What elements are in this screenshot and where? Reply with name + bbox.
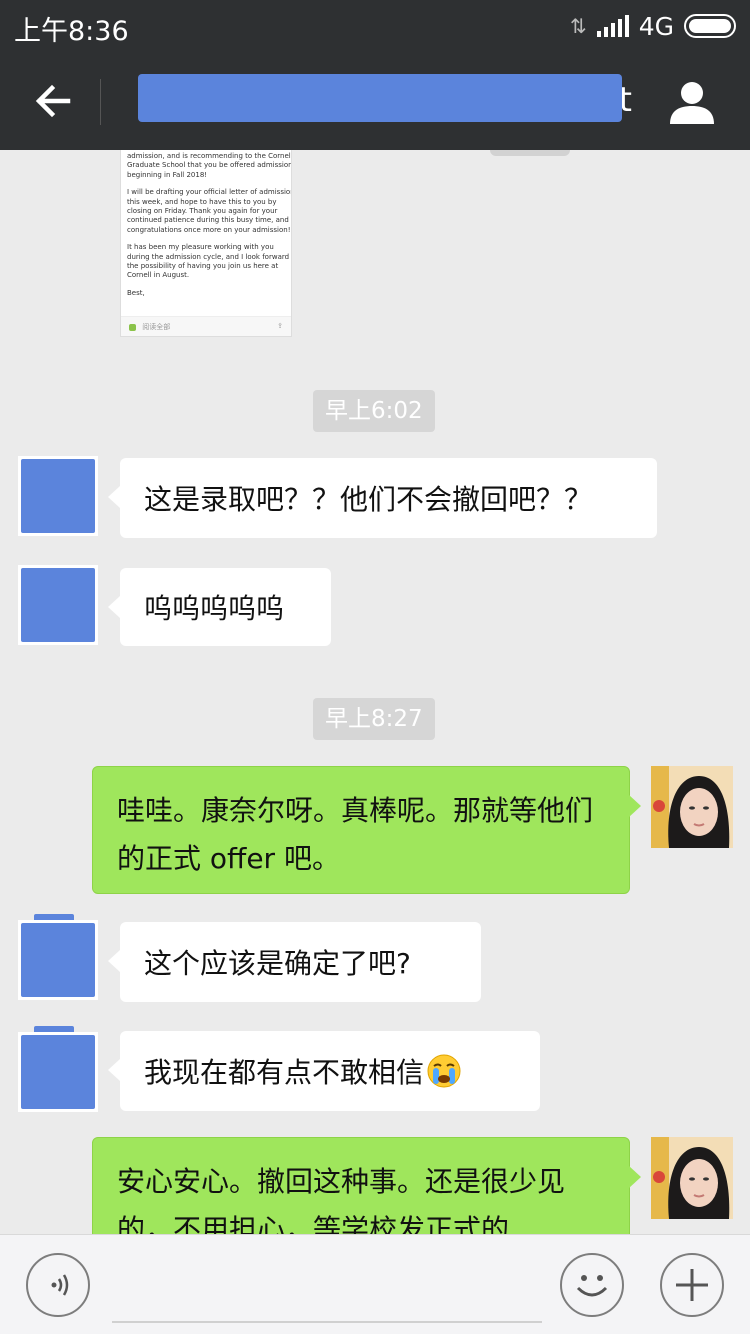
timestamp: 早上8:27	[313, 698, 435, 740]
message-bubble-received[interactable]: 这是录取吧？？他们不会撤回吧？？	[108, 458, 657, 538]
email-line: beginning in Fall 2018!	[127, 170, 208, 179]
redacted-avatar	[21, 923, 95, 997]
email-line: closing on Friday. Thank you again for y…	[127, 207, 278, 216]
message-bubble-sent[interactable]: 安心安心。撤回这种事。还是很少见的，不用担心，等学校发正式的	[92, 1137, 641, 1234]
header-divider	[100, 79, 101, 125]
chat-header: t	[0, 52, 750, 150]
redacted-contact-name	[138, 74, 622, 122]
email-line: this week, and hope to have this to you …	[127, 197, 277, 206]
email-footer-text: 阅读全部	[142, 323, 171, 331]
message-text: 我现在都有点不敢相信	[144, 1056, 425, 1089]
email-text: admission, and is recommending to the Co…	[127, 152, 292, 298]
contact-avatar[interactable]	[18, 565, 98, 645]
contact-avatar[interactable]	[18, 920, 98, 1000]
message-text: 哇哇。康奈尔呀。真棒呢。那就等他们的正式 offer 吧。	[117, 794, 594, 875]
battery-icon	[684, 14, 736, 38]
contact-avatar[interactable]	[18, 456, 98, 536]
voice-input-button[interactable]	[26, 1253, 90, 1317]
email-image-footer: 阅读全部 ⇪	[121, 316, 291, 336]
crying-face-icon	[427, 1054, 461, 1088]
message-bubble-received[interactable]: 这个应该是确定了吧?	[108, 922, 481, 1002]
voice-icon	[51, 1274, 69, 1296]
status-time: 上午8:36	[14, 16, 129, 47]
self-avatar[interactable]	[651, 766, 733, 848]
email-line: congratulations once more on your admiss…	[127, 225, 291, 234]
redacted-avatar	[21, 459, 95, 533]
status-bar: 上午8:36 ⇅ 4G	[0, 0, 750, 52]
message-text: 安心安心。撤回这种事。还是很少见的，不用担心，等学校发正式的	[117, 1165, 566, 1234]
email-line: I will be drafting your official letter …	[127, 188, 292, 197]
self-avatar-photo	[651, 1137, 733, 1219]
wechat-mini-icon	[129, 323, 136, 331]
redacted-avatar	[21, 1035, 95, 1109]
message-bubble-received[interactable]: 呜呜呜呜呜	[108, 568, 331, 646]
email-line: during the admission cycle, and I look f…	[127, 252, 292, 261]
self-avatar-photo	[651, 766, 733, 848]
back-button[interactable]	[28, 76, 78, 126]
email-line: continued patience during this busy time…	[127, 216, 289, 225]
emoji-button[interactable]	[560, 1253, 624, 1317]
share-icon: ⇪	[277, 322, 283, 330]
message-list[interactable]: admission, and is recommending to the Co…	[0, 150, 750, 1234]
previous-avatar-edge	[490, 150, 570, 156]
message-text: 呜呜呜呜呜	[144, 592, 285, 625]
plus-icon	[676, 1269, 708, 1301]
redacted-avatar	[21, 568, 95, 642]
more-options-button[interactable]	[660, 1253, 724, 1317]
email-gap	[127, 180, 285, 188]
arrow-left-icon	[35, 84, 71, 118]
message-text: 这个应该是确定了吧?	[144, 947, 411, 980]
timestamp: 早上6:02	[313, 390, 435, 432]
email-screenshot-image[interactable]: admission, and is recommending to the Co…	[120, 150, 292, 337]
data-activity-icon: ⇅	[569, 14, 587, 38]
message-text: 这是录取吧？？他们不会撤回吧？？	[144, 483, 593, 516]
status-icons: ⇅ 4G	[570, 9, 736, 43]
person-icon	[670, 82, 714, 124]
email-line: Best,	[127, 288, 145, 297]
email-gap	[127, 235, 285, 243]
email-line: Cornell in August.	[127, 271, 190, 280]
contact-avatar[interactable]	[18, 1032, 98, 1112]
network-type-label: 4G	[638, 11, 674, 41]
email-line: It has been my pleasure working with you	[127, 243, 274, 252]
signal-strength-icon	[596, 15, 629, 37]
message-input[interactable]	[112, 1321, 542, 1323]
input-bar	[0, 1234, 750, 1334]
message-bubble-received[interactable]: 我现在都有点不敢相信	[108, 1031, 540, 1111]
email-gap	[127, 281, 285, 289]
email-line: Graduate School that you be offered admi…	[127, 161, 292, 170]
email-line: admission, and is recommending to the Co…	[127, 152, 292, 160]
contact-profile-button[interactable]	[668, 78, 716, 126]
email-line: the possibility of having you join us he…	[127, 262, 279, 271]
message-bubble-sent[interactable]: 哇哇。康奈尔呀。真棒呢。那就等他们的正式 offer 吧。	[92, 766, 641, 894]
smiley-icon	[576, 1275, 608, 1297]
self-avatar[interactable]	[651, 1137, 733, 1219]
